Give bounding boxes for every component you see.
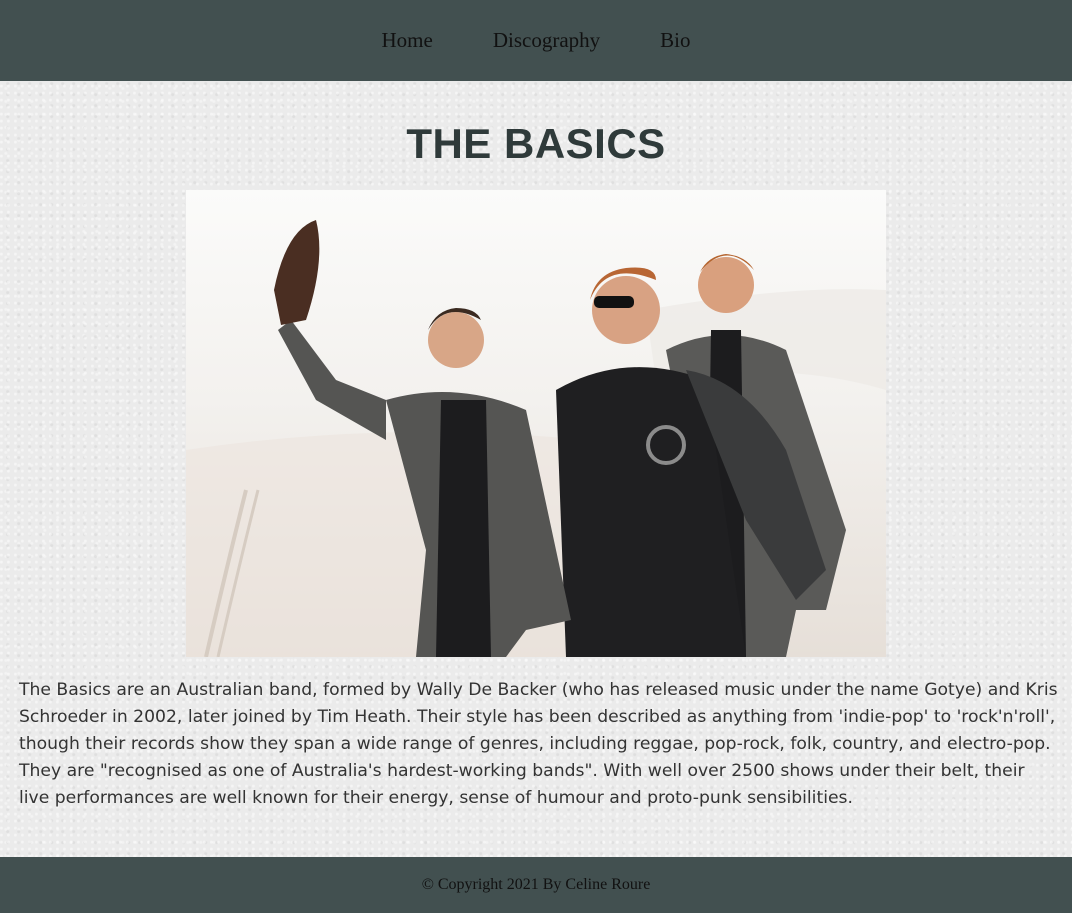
- copyright-text: © Copyright 2021 By Celine Roure: [421, 876, 651, 893]
- band-photo: [186, 190, 886, 657]
- top-navigation: Home Discography Bio: [0, 0, 1072, 81]
- nav-link-bio[interactable]: Bio: [630, 30, 720, 51]
- page-title: THE BASICS: [406, 120, 666, 167]
- nav-link-discography[interactable]: Discography: [463, 30, 630, 51]
- nav-link-home[interactable]: Home: [352, 30, 463, 51]
- bio-paragraph: The Basics are an Australian band, forme…: [19, 680, 1058, 808]
- nav-list: Home Discography Bio: [352, 30, 721, 51]
- footer: © Copyright 2021 By Celine Roure: [0, 857, 1072, 913]
